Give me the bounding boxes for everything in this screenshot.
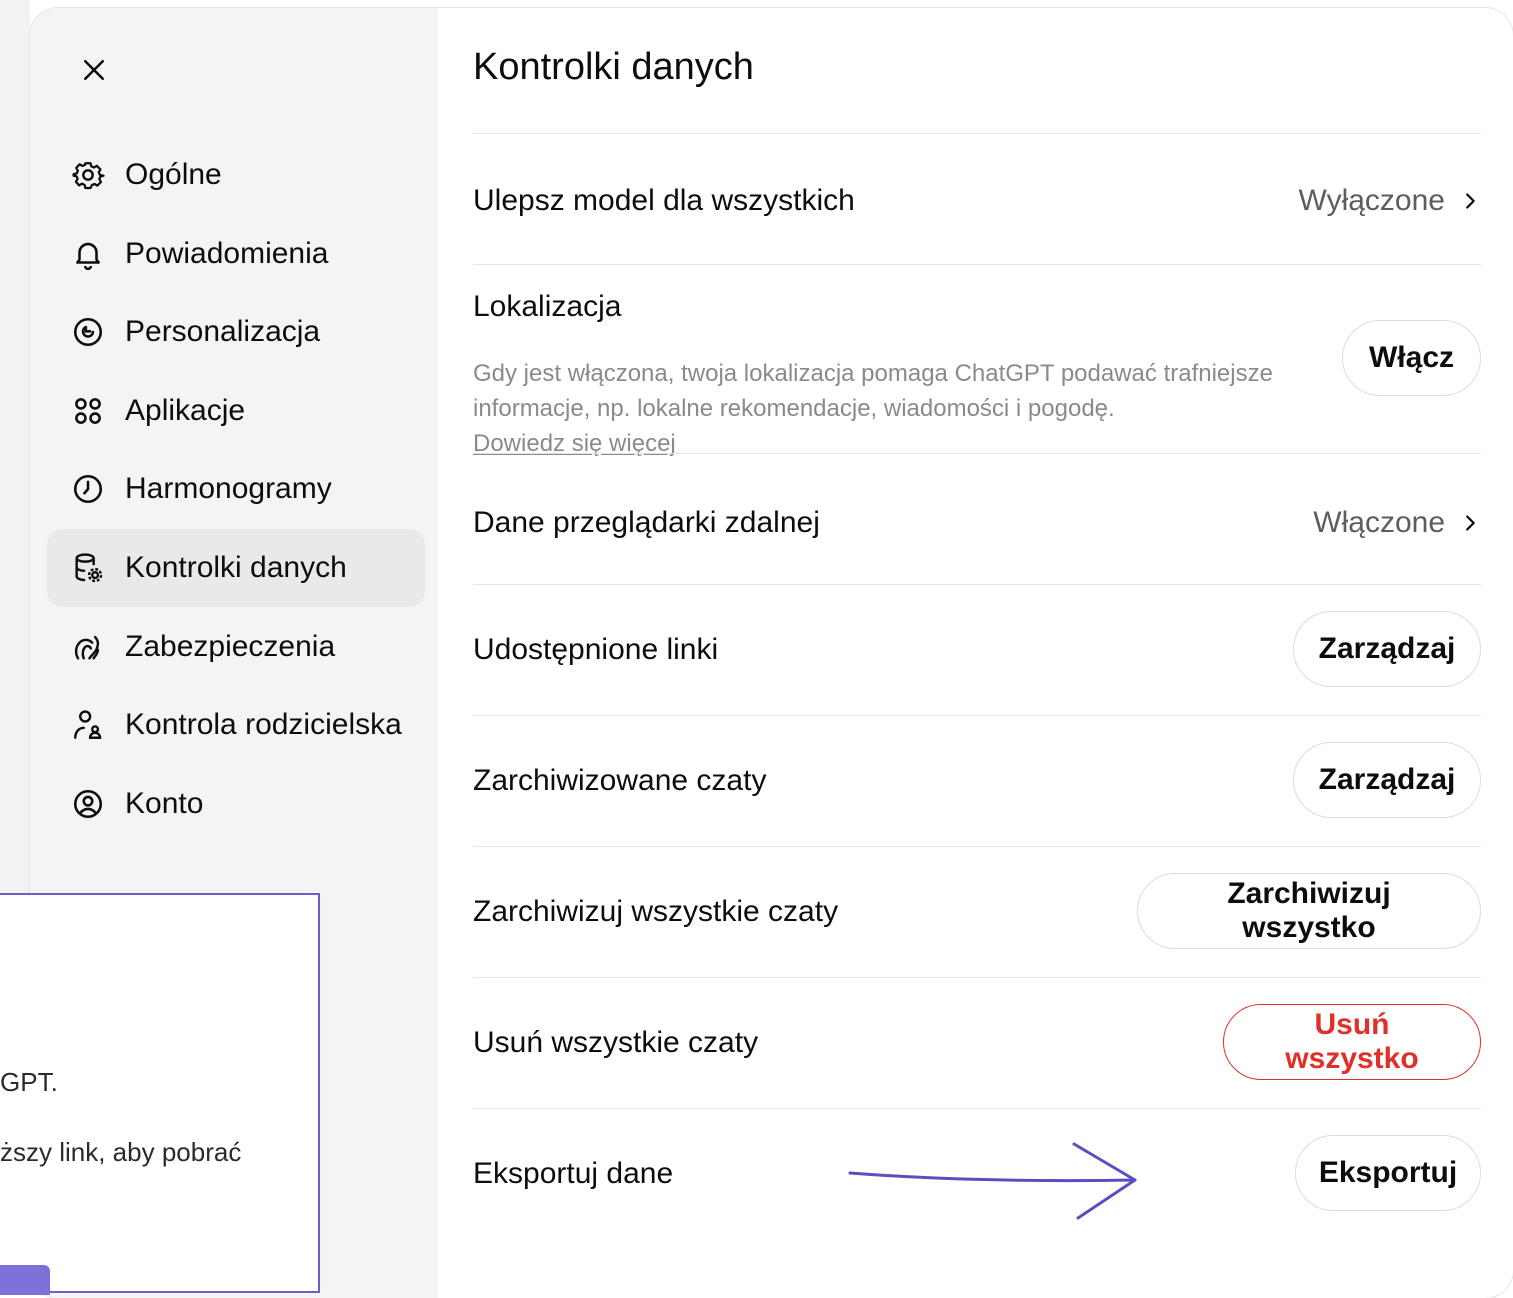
popup-text-line: GPT.	[0, 1067, 58, 1097]
sidebar-item-parental-controls[interactable]: Kontrola rodzicielska	[47, 686, 425, 764]
improve-model-label: Ulepsz model dla wszystkich	[473, 184, 855, 217]
apps-grid-icon	[71, 394, 105, 428]
sidebar-item-general[interactable]: Ogólne	[47, 136, 425, 214]
divider	[473, 715, 1481, 716]
archive-all-button[interactable]: Zarchiwizuj wszystko	[1137, 873, 1481, 949]
sidebar-item-label: Aplikacje	[125, 393, 246, 427]
delete-all-label: Usuń wszystkie czaty	[473, 1026, 759, 1059]
chevron-right-icon	[1466, 193, 1475, 209]
export-popup-fragment: GPT. ższy link, aby pobrać	[0, 893, 320, 1295]
sidebar-item-notifications[interactable]: Powiadomienia	[47, 215, 425, 293]
remote-browser-toggle[interactable]: Włączone	[1313, 506, 1481, 540]
divider	[473, 453, 1481, 454]
learn-more-link[interactable]: Dowiedz się więcej	[473, 426, 1313, 461]
divider	[473, 846, 1481, 847]
sidebar-item-account[interactable]: Konto	[47, 765, 425, 843]
database-gear-icon	[71, 551, 105, 585]
sidebar-item-label: Harmonogramy	[125, 472, 332, 506]
location-description: Gdy jest włączona, twoja lokalizacja pom…	[473, 356, 1313, 461]
sidebar-item-apps[interactable]: Aplikacje	[47, 372, 425, 450]
sidebar-item-label: Kontrolki danych	[125, 550, 347, 584]
improve-model-toggle[interactable]: Wyłączone	[1299, 184, 1481, 218]
chevron-right-icon	[1466, 515, 1475, 531]
gear-icon	[71, 158, 105, 192]
bell-icon	[71, 237, 105, 271]
manage-shared-links-button[interactable]: Zarządzaj	[1293, 611, 1481, 687]
sidebar-item-label: Zabezpieczenia	[125, 629, 336, 663]
sidebar-item-label: Personalizacja	[125, 315, 321, 349]
archive-all-label: Zarchiwizuj wszystkie czaty	[473, 895, 839, 928]
divider	[473, 1108, 1481, 1109]
divider	[473, 264, 1481, 265]
data-controls-panel: Kontrolki danych Ulepsz model dla wszyst…	[473, 8, 1481, 1298]
popup-text-line: ższy link, aby pobrać	[0, 1137, 242, 1167]
shared-links-label: Udostępnione linki	[473, 633, 719, 666]
archived-chats-label: Zarchiwizowane czaty	[473, 764, 767, 797]
location-label: Lokalizacja	[473, 290, 622, 323]
remote-browser-label: Dane przeglądarki zdalnej	[473, 506, 820, 539]
delete-all-row: Usuń wszystkie czaty Usuń wszystko	[473, 1004, 1481, 1084]
export-label: Eksportuj dane	[473, 1157, 674, 1190]
security-icon	[71, 630, 105, 664]
divider	[473, 977, 1481, 978]
remote-browser-value: Włączone	[1313, 506, 1445, 539]
sidebar-item-schedules[interactable]: Harmonogramy	[47, 450, 425, 528]
close-icon	[84, 60, 104, 80]
remote-browser-row: Dane przeglądarki zdalnej Włączone	[473, 500, 1481, 550]
enable-location-button[interactable]: Włącz	[1342, 320, 1481, 396]
sidebar-item-security[interactable]: Zabezpieczenia	[47, 608, 425, 686]
divider	[473, 584, 1481, 585]
clock-icon	[71, 472, 105, 506]
archived-chats-row: Zarchiwizowane czaty Zarządzaj	[473, 742, 1481, 822]
personalization-icon	[71, 315, 105, 349]
location-row: Lokalizacja Gdy jest włączona, twoja lok…	[473, 286, 1481, 457]
close-button[interactable]	[74, 50, 114, 90]
improve-model-value: Wyłączone	[1298, 184, 1445, 217]
improve-model-row: Ulepsz model dla wszystkich Wyłączone	[473, 178, 1481, 228]
sidebar-item-label: Powiadomienia	[125, 236, 329, 270]
sidebar-item-personalization[interactable]: Personalizacja	[47, 293, 425, 371]
location-description-text: Gdy jest włączona, twoja lokalizacja pom…	[473, 360, 1273, 422]
account-icon	[71, 787, 105, 821]
sidebar-item-label: Kontrola rodzicielska	[125, 708, 402, 742]
manage-archived-chats-button[interactable]: Zarządzaj	[1293, 742, 1481, 818]
sidebar-item-label: Konto	[125, 786, 204, 820]
sidebar-item-label: Ogólne	[125, 158, 222, 191]
export-button[interactable]: Eksportuj	[1295, 1135, 1481, 1211]
archive-all-row: Zarchiwizuj wszystkie czaty Zarchiwizuj …	[473, 873, 1481, 953]
parental-control-icon	[71, 708, 105, 742]
sidebar-item-data-controls[interactable]: Kontrolki danych	[47, 528, 425, 607]
annotation-arrow-icon	[848, 1142, 1137, 1220]
sidebar-nav: Ogólne Powiadomienia Personalizacja Apli…	[47, 136, 425, 843]
divider	[473, 133, 1481, 134]
shared-links-row: Udostępnione linki Zarządzaj	[473, 611, 1481, 691]
page-title: Kontrolki danych	[473, 46, 754, 88]
delete-all-button[interactable]: Usuń wszystko	[1223, 1004, 1481, 1080]
